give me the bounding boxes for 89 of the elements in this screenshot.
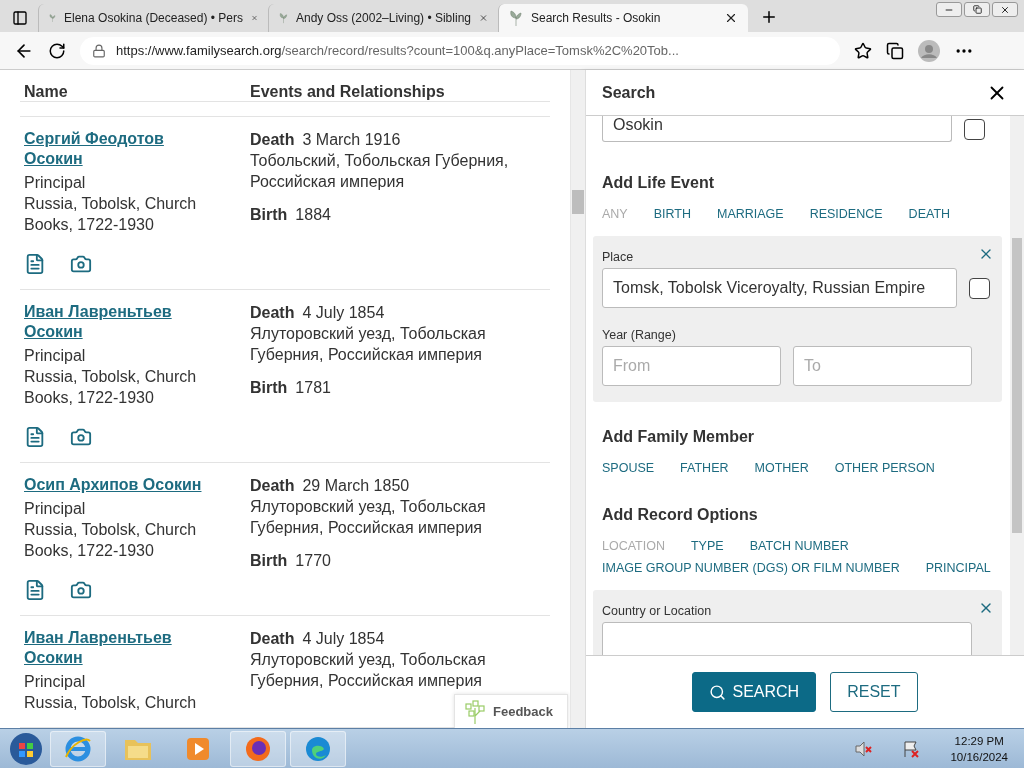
event-type: Death	[250, 629, 295, 649]
document-icon[interactable]	[24, 253, 46, 275]
event-type: Birth	[250, 378, 288, 398]
firefox-icon[interactable]	[230, 730, 286, 767]
feedback-button[interactable]: Feedback	[454, 694, 568, 728]
search-button[interactable]: SEARCH	[692, 672, 817, 712]
event-place: Ялуторовский уезд, Тобольская Губерния, Российская империя	[250, 324, 487, 365]
exact-checkbox[interactable]	[969, 277, 990, 299]
event-place: Ялуторовский уезд, Тобольская Губерния, Российская империя	[250, 650, 487, 691]
document-icon[interactable]	[24, 426, 46, 448]
person-name-link[interactable]: Сергий Феодотов Осокин	[24, 129, 214, 169]
record-option[interactable]: PRINCIPAL	[925, 560, 991, 576]
surname-field[interactable]: Osokin	[602, 116, 952, 142]
browser-tab[interactable]: Search Results - Osokin	[498, 4, 748, 32]
family-member-option[interactable]: SPOUSE	[602, 460, 655, 476]
sidebar-icon[interactable]	[12, 10, 28, 26]
field-label: Place	[601, 250, 635, 264]
family-member-option[interactable]: MOTHER	[754, 460, 809, 476]
close-icon[interactable]	[1000, 4, 1010, 15]
reload-icon[interactable]	[48, 41, 66, 60]
leaf-icon	[509, 10, 523, 26]
collections-icon[interactable]	[886, 41, 904, 60]
section-heading: Add Family Member	[601, 428, 756, 446]
section-heading: Add Record Options	[601, 506, 759, 524]
section-heading: Add Life Event	[601, 174, 715, 192]
life-event-option[interactable]: MARRIAGE	[717, 206, 784, 222]
close-icon[interactable]	[724, 11, 738, 25]
leaf-icon	[279, 10, 288, 26]
role-text: Principal	[24, 346, 87, 366]
scrollbar-thumb[interactable]	[572, 190, 584, 214]
browser-icon[interactable]	[50, 730, 106, 767]
person-name-link[interactable]: Осип Архипов Осокин	[24, 475, 214, 495]
collection-text: Russia, Tobolsk, Church	[24, 693, 198, 713]
document-icon[interactable]	[24, 579, 46, 601]
event-type: Death	[250, 303, 295, 323]
panel-title: Search	[602, 83, 656, 102]
camera-icon[interactable]	[70, 426, 92, 448]
favorite-icon[interactable]	[854, 41, 872, 60]
role-text: Principal	[24, 173, 87, 193]
collection-text: Russia, Tobolsk, Church Books, 1722-1930	[24, 520, 198, 561]
event-type: Death	[250, 130, 295, 150]
profile-avatar[interactable]	[918, 39, 940, 62]
event-type: Birth	[250, 551, 288, 571]
flag-icon[interactable]	[902, 739, 921, 758]
event-date: 1770	[295, 551, 331, 571]
field-label: Year (Range)	[601, 328, 677, 342]
record-option[interactable]: IMAGE GROUP NUMBER (DGS) OR FILM NUMBER	[602, 560, 900, 576]
restore-icon[interactable]	[972, 5, 982, 14]
event-date: 1781	[295, 378, 331, 398]
record-option[interactable]: BATCH NUMBER	[749, 538, 849, 554]
exact-checkbox[interactable]	[964, 118, 985, 140]
collection-text: Russia, Tobolsk, Church Books, 1722-1930	[24, 194, 198, 235]
event-place: Ялуторовский уезд, Тобольская Губерния, Российская империя	[250, 497, 487, 538]
volume-muted-icon[interactable]	[854, 739, 873, 758]
person-name-link[interactable]: Иван Лавреньтьев Осокин	[24, 302, 214, 342]
camera-icon[interactable]	[70, 253, 92, 275]
field-label: Country or Location	[601, 604, 713, 618]
life-event-option[interactable]: RESIDENCE	[809, 206, 883, 222]
column-header: Name	[24, 83, 69, 101]
event-date: 4 July 1854	[302, 303, 385, 323]
event-date: 4 July 1854	[302, 629, 385, 649]
event-type: Death	[250, 476, 295, 496]
edge-icon[interactable]	[290, 730, 346, 767]
search-icon	[709, 683, 727, 701]
collection-text: Russia, Tobolsk, Church Books, 1722-1930	[24, 367, 198, 408]
role-text: Principal	[24, 672, 87, 692]
address-field[interactable]: https://www.familysearch.org/search/record/results?count=100&q.anyPlace=Tomsk%2C%20Tob...	[80, 36, 840, 65]
place-field[interactable]: Tomsk, Tobolsk Viceroyalty, Russian Empire	[602, 268, 957, 308]
lock-icon[interactable]	[92, 43, 106, 58]
clock[interactable]: 12:29 PM 10/16/2024	[950, 732, 1008, 765]
reset-button[interactable]: RESET	[830, 672, 918, 712]
person-name-link[interactable]: Иван Лавреньтьев Осокин	[24, 628, 214, 668]
event-type: Birth	[250, 205, 288, 225]
event-date: 1884	[295, 205, 331, 225]
event-date: 29 March 1850	[302, 476, 410, 496]
column-header: Events and Relationships	[250, 83, 445, 101]
event-place: Тобольский, Тобольская Губерния, Российская империя	[250, 151, 510, 192]
location-field[interactable]	[602, 622, 972, 655]
role-text: Principal	[24, 499, 87, 519]
new-tab-icon[interactable]	[760, 8, 778, 26]
tree-icon	[465, 699, 487, 724]
scrollbar-thumb[interactable]	[1012, 238, 1022, 533]
camera-icon[interactable]	[70, 579, 92, 601]
family-member-option[interactable]: OTHER PERSON	[834, 460, 935, 476]
life-event-option[interactable]: DEATH	[908, 206, 951, 222]
event-date: 3 March 1916	[302, 130, 401, 150]
record-option[interactable]: TYPE	[691, 538, 724, 554]
life-event-option[interactable]: BIRTH	[653, 206, 691, 222]
family-member-option[interactable]: FATHER	[680, 460, 729, 476]
